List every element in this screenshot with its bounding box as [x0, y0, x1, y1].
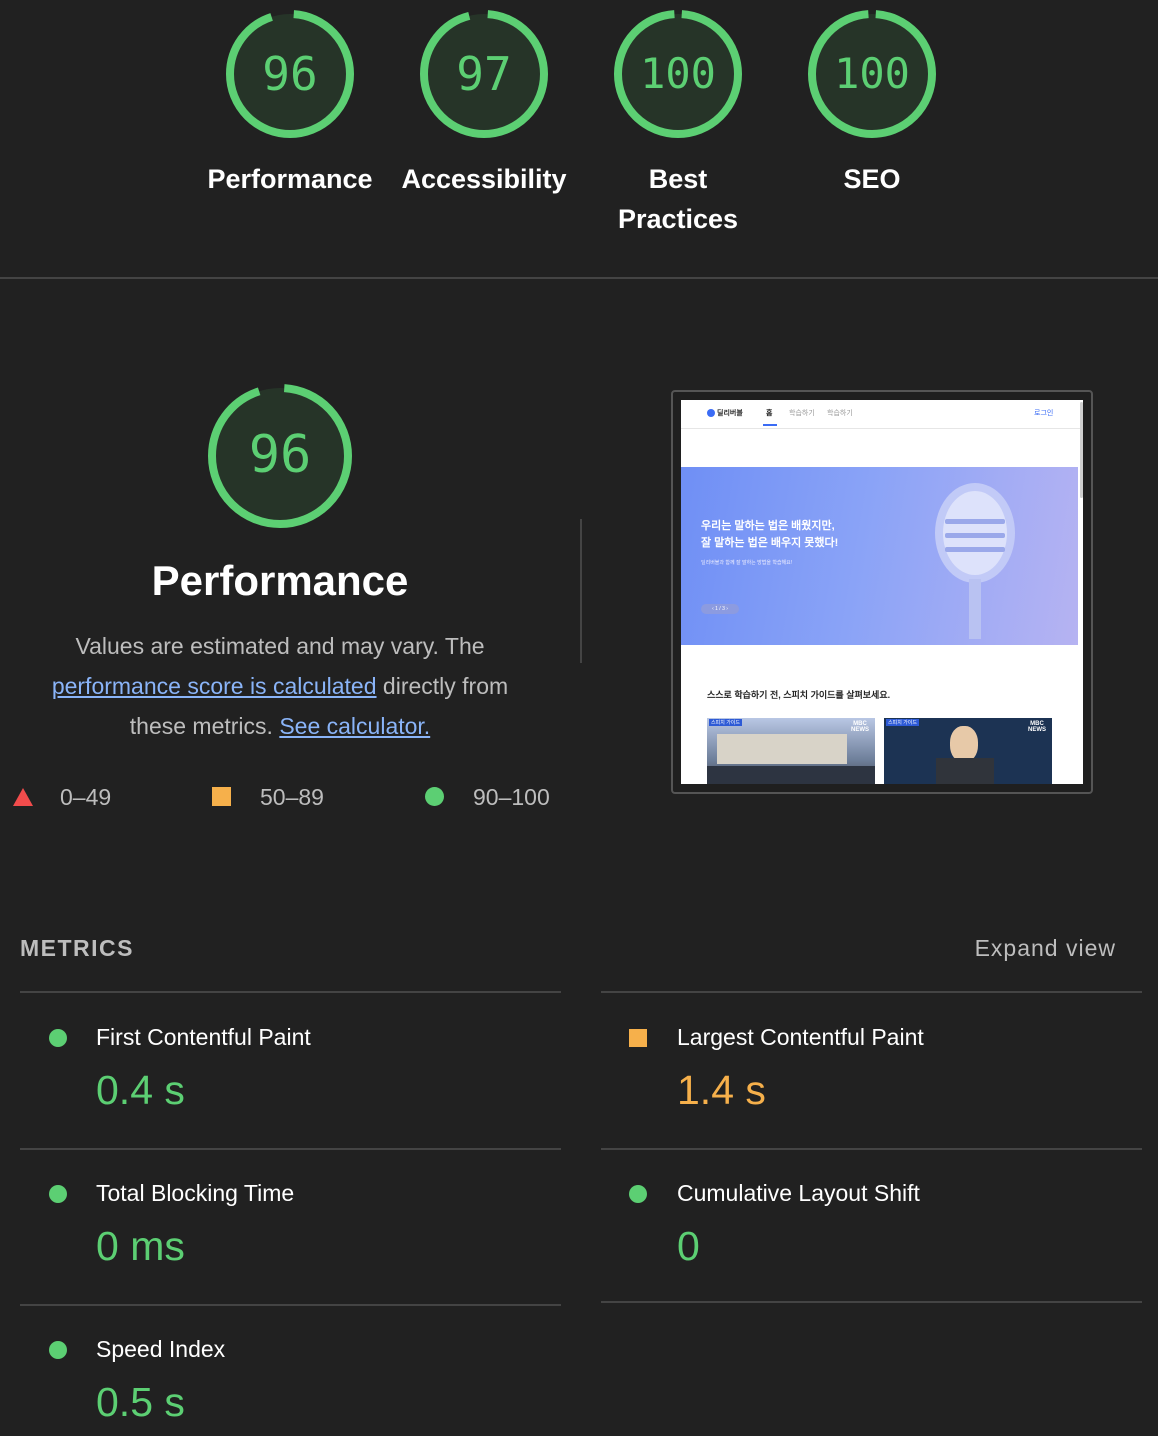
gauge-score: 100	[640, 49, 716, 98]
microphone-icon	[935, 483, 1015, 639]
score-calculated-link[interactable]: performance score is calculated	[52, 673, 377, 699]
expand-view-toggle[interactable]: Expand view	[975, 935, 1116, 962]
gauge-label: Accessibility	[401, 164, 567, 194]
thumb-section-caption: 스스로 학습하기 전, 스피치 가이드를 살펴보세요.	[707, 690, 891, 700]
metrics-divider	[601, 991, 1142, 993]
gauge-score: 96	[248, 425, 312, 485]
performance-title: Performance	[151, 557, 409, 604]
thumb-navbar: 딜리버블 홈 학습하기 학습하기 로그인	[681, 400, 1083, 429]
final-screenshot[interactable]: 딜리버블 홈 학습하기 학습하기 로그인 우리는 말하는 법은 배웠지만, 잘 …	[671, 390, 1093, 794]
metrics-divider	[601, 1148, 1142, 1150]
metrics-divider	[20, 1148, 561, 1150]
performance-description: Values are estimated and may vary. The p…	[51, 633, 509, 739]
gauge-score: 100	[834, 49, 910, 98]
gauge-best-practices[interactable]: 100 Best Practices	[613, 9, 743, 234]
nav-underline	[763, 424, 777, 426]
gauge-performance[interactable]: 96 Performance	[207, 9, 373, 194]
metrics-divider	[20, 1304, 561, 1306]
gauge-label: Best Practices	[617, 164, 739, 234]
header-divider	[0, 277, 1158, 279]
screenshot-page: 딜리버블 홈 학습하기 학습하기 로그인 우리는 말하는 법은 배웠지만, 잘 …	[681, 400, 1083, 784]
pass-circle-icon	[629, 1185, 647, 1203]
pass-circle-icon	[49, 1341, 67, 1359]
gauge-label: Performance	[207, 164, 373, 194]
square-icon	[212, 787, 231, 806]
thumb-hero-banner: 우리는 말하는 법은 배웠지만, 잘 말하는 법은 배우지 못했다! 딜리버블과…	[681, 467, 1078, 645]
thumb-scrollbar	[1080, 402, 1083, 498]
see-calculator-link[interactable]: See calculator.	[279, 713, 430, 739]
pass-circle-icon	[49, 1185, 67, 1203]
metrics-divider	[20, 991, 561, 993]
pass-circle-icon	[49, 1029, 67, 1047]
performance-gauge-large: 96	[207, 383, 353, 529]
average-square-icon	[629, 1029, 647, 1047]
metrics-heading: METRICS	[20, 935, 134, 961]
thumb-card-1: 스피치 가이드 MBC NEWS	[707, 718, 875, 784]
thumb-card-2: 스피치 가이드 MBC NEWS	[884, 718, 1052, 784]
metrics-divider	[601, 1301, 1142, 1303]
thumb-pager: ‹ 1 / 3 ›	[701, 604, 739, 614]
gauge-seo[interactable]: 100 SEO	[807, 9, 937, 194]
gauge-accessibility[interactable]: 97 Accessibility	[401, 9, 567, 194]
vertical-separator	[580, 519, 582, 663]
triangle-icon	[13, 788, 33, 806]
gauge-score: 97	[456, 47, 512, 101]
gauge-label: SEO	[843, 164, 901, 194]
gauge-score: 96	[262, 47, 318, 101]
circle-icon	[425, 787, 444, 806]
brand-logo-icon	[707, 409, 715, 417]
